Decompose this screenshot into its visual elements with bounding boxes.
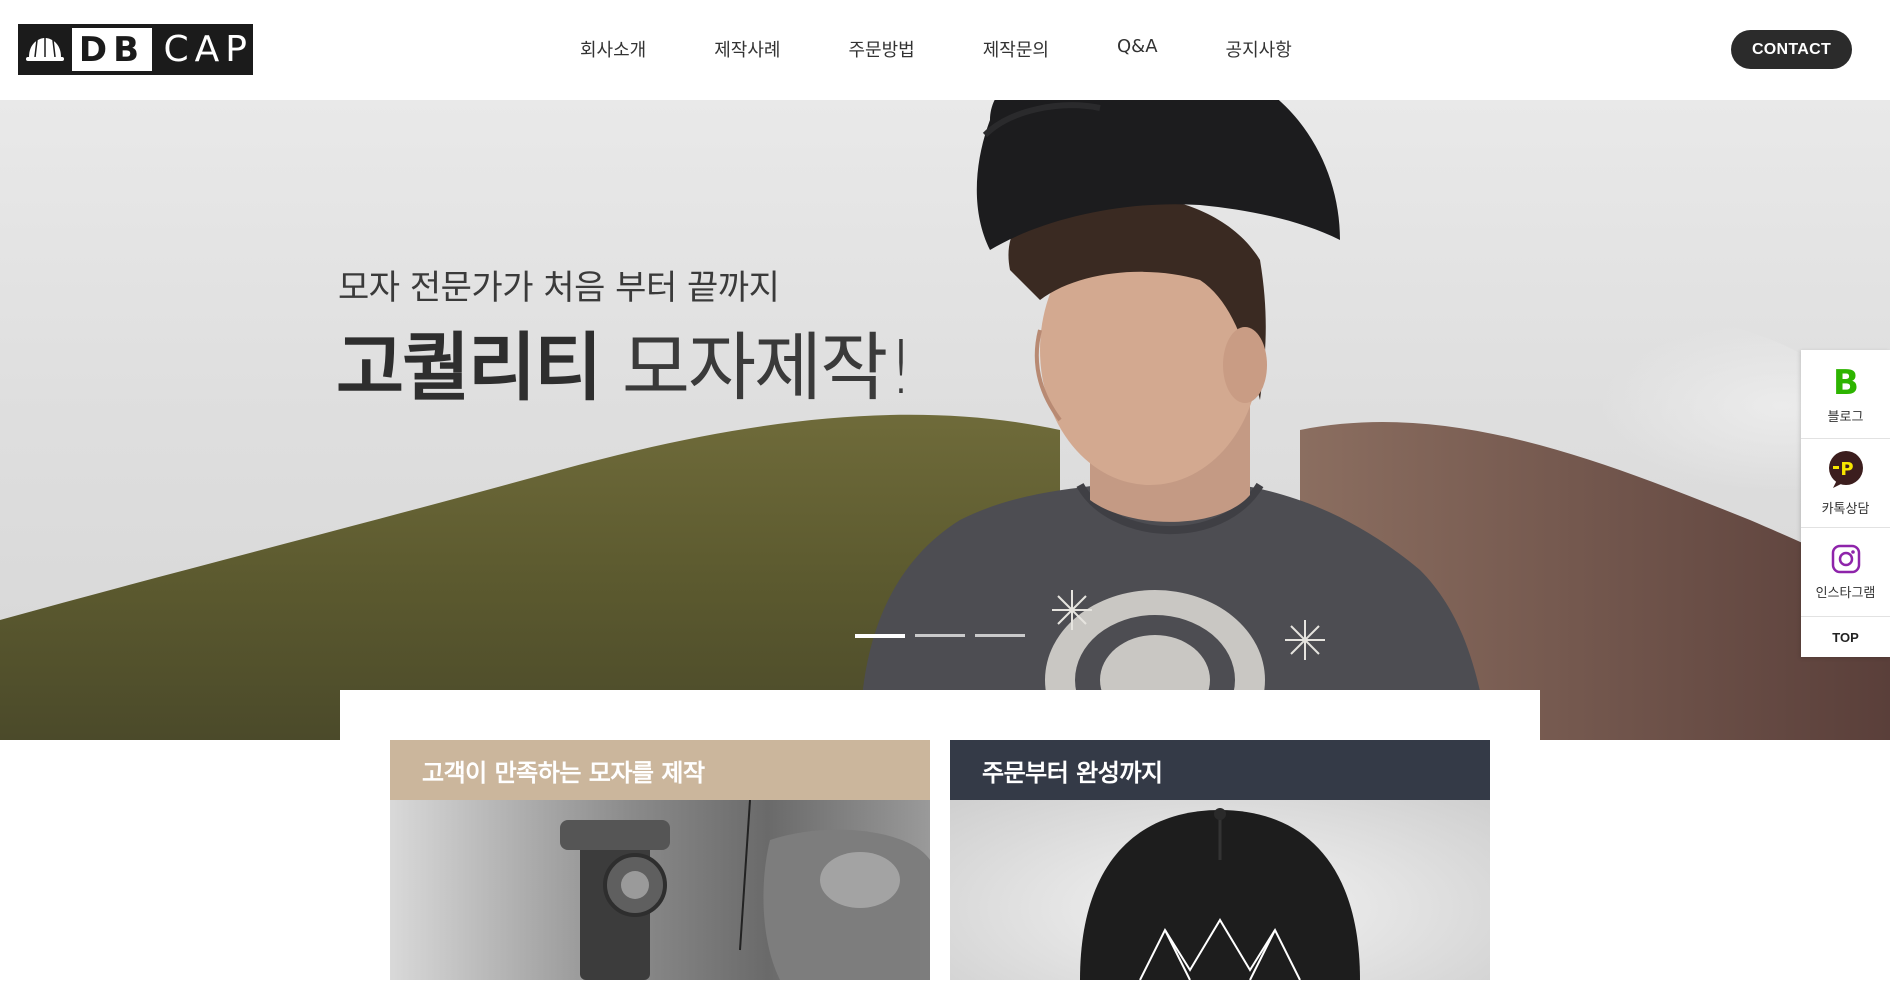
- quick-menu-label: 인스타그램: [1815, 585, 1876, 601]
- nav-item-notice[interactable]: 공지사항: [1226, 36, 1292, 62]
- hero-title-strong: 고퀄리티: [336, 325, 602, 411]
- quick-menu-blog[interactable]: B 블로그: [1801, 350, 1890, 439]
- logo-cap-text: CAP: [163, 29, 253, 70]
- nav-item-order-method[interactable]: 주문방법: [849, 36, 915, 62]
- contact-button[interactable]: CONTACT: [1731, 30, 1852, 69]
- hero-title: 고퀄리티 모자제작!: [336, 308, 916, 415]
- hero-subtitle: 모자 전문가가 처음 부터 끝까지: [338, 268, 780, 308]
- cap-logo-icon: [18, 24, 72, 75]
- instagram-icon: [1831, 544, 1860, 573]
- slider-dot-1[interactable]: [855, 634, 905, 638]
- main-nav: 회사소개 제작사례 주문방법 제작문의 Q&A 공지사항: [580, 36, 1360, 62]
- feature-card-title: 주문부터 완성까지: [950, 740, 1490, 800]
- feature-card-process[interactable]: 주문부터 완성까지: [950, 740, 1490, 980]
- feature-card-quality[interactable]: 고객이 만족하는 모자를 제작: [390, 740, 930, 980]
- quick-menu-label: 카톡상담: [1821, 501, 1870, 517]
- nav-item-about[interactable]: 회사소개: [580, 36, 646, 62]
- slider-pagination: [855, 634, 1035, 638]
- quick-menu-label: 블로그: [1827, 409, 1864, 425]
- nav-item-inquiry[interactable]: 제작문의: [983, 36, 1049, 62]
- hero-background-image: [0, 100, 1890, 740]
- svg-text:B: B: [1833, 364, 1859, 398]
- kakaotalk-icon: P: [1828, 450, 1863, 488]
- black-cap-image: [950, 800, 1490, 980]
- sewing-machine-image: [390, 800, 930, 980]
- svg-text:P: P: [1840, 459, 1853, 480]
- scroll-top-button[interactable]: TOP: [1801, 617, 1890, 657]
- hero-slider: 모자 전문가가 처음 부터 끝까지 고퀄리티 모자제작!: [0, 100, 1890, 740]
- nav-item-qna[interactable]: Q&A: [1117, 36, 1158, 62]
- site-logo[interactable]: DB CAP: [18, 24, 253, 75]
- feature-card-title: 고객이 만족하는 모자를 제작: [390, 740, 930, 800]
- quick-menu-kakaotalk[interactable]: P 카톡상담: [1801, 439, 1890, 528]
- nav-item-portfolio[interactable]: 제작사례: [714, 36, 780, 62]
- slider-dot-2[interactable]: [915, 634, 965, 637]
- logo-db-text: DB: [72, 28, 152, 71]
- hero-title-light: 모자제작!: [621, 325, 916, 411]
- quick-menu: B 블로그 P 카톡상담 인스타그램 TOP: [1801, 350, 1890, 657]
- blog-icon: B: [1833, 364, 1859, 398]
- quick-menu-instagram[interactable]: 인스타그램: [1801, 528, 1890, 617]
- slider-dot-3[interactable]: [975, 634, 1025, 637]
- site-header: DB CAP 회사소개 제작사례 주문방법 제작문의 Q&A 공지사항 CONT…: [0, 0, 1890, 100]
